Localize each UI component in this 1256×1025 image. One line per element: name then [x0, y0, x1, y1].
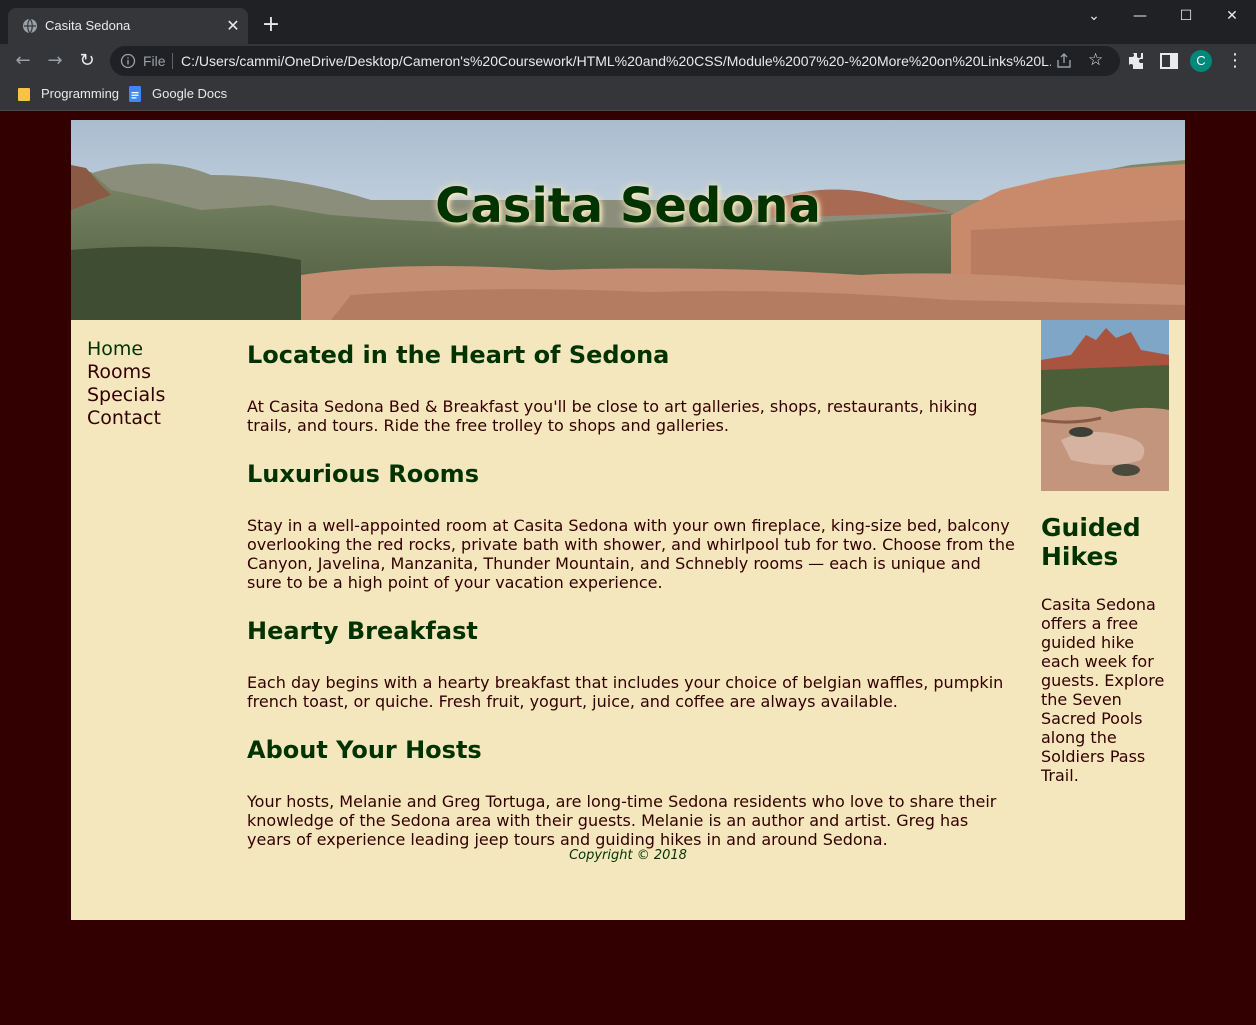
section-text: Your hosts, Melanie and Greg Tortuga, ar…	[247, 792, 997, 849]
nav-link-contact[interactable]: Contact	[87, 407, 227, 430]
bookmark-star-icon[interactable]: ☆	[1088, 50, 1103, 70]
extensions-icon[interactable]	[1125, 49, 1149, 73]
tab-title: Casita Sedona	[45, 18, 131, 33]
back-icon[interactable]: ←	[10, 48, 36, 74]
info-icon[interactable]	[120, 53, 136, 69]
browser-toolbar: ← → ↻ File C:/Users/cammi/OneDrive/Deskt…	[0, 44, 1256, 78]
menu-icon[interactable]: ⋮	[1226, 48, 1244, 74]
divider	[172, 53, 173, 69]
bookmark-label: Programming	[41, 86, 120, 101]
section-text: Each day begins with a hearty breakfast …	[247, 673, 1004, 711]
folder-icon	[18, 88, 30, 101]
side-panel-icon[interactable]	[1157, 49, 1181, 73]
sidebar-aside: Guided Hikes Casita Sedona offers a free…	[1041, 320, 1171, 785]
reload-icon[interactable]: ↻	[74, 48, 100, 74]
nav-link-specials[interactable]: Specials	[87, 384, 227, 407]
address-bar[interactable]: File C:/Users/cammi/OneDrive/Desktop/Cam…	[110, 46, 1120, 76]
main-content: Located in the Heart of Sedona At Casita…	[247, 338, 1017, 871]
section-heading: About Your Hosts	[247, 736, 482, 764]
url-text[interactable]: C:/Users/cammi/OneDrive/Desktop/Cameron'…	[181, 53, 1051, 69]
section-heading: Luxurious Rooms	[247, 460, 479, 488]
page-footer: Copyright © 2018	[569, 848, 687, 863]
globe-icon	[23, 18, 37, 34]
section-heading: Located in the Heart of Sedona	[247, 341, 670, 369]
browser-tab[interactable]: Casita Sedona ✕	[8, 8, 248, 44]
nav-link-rooms[interactable]: Rooms	[87, 361, 227, 384]
seven-sacred-pools-image	[1041, 320, 1169, 491]
close-window-button[interactable]: ✕	[1212, 4, 1252, 28]
browser-chrome: Casita Sedona ✕ + ⌄ — ☐ ✕ ← → ↻ File C:/…	[0, 0, 1256, 111]
header-banner: Casita Sedona	[71, 120, 1185, 320]
section-text: Stay in a well-appointed room at Casita …	[247, 516, 1015, 592]
main-nav: Home Rooms Specials Contact	[87, 338, 227, 430]
profile-avatar[interactable]: C	[1190, 50, 1212, 72]
new-tab-button[interactable]: +	[261, 14, 281, 36]
aside-text: Casita Sedona offers a free guided hike …	[1041, 595, 1165, 785]
tab-search-icon[interactable]: ⌄	[1074, 4, 1114, 28]
share-icon[interactable]	[1055, 52, 1073, 70]
tab-strip: Casita Sedona ✕ + ⌄ — ☐ ✕	[0, 0, 1256, 44]
page-wrapper: Casita Sedona Home Rooms Specials Contac…	[71, 120, 1185, 920]
google-docs-icon	[129, 86, 141, 102]
site-title: Casita Sedona	[435, 178, 821, 234]
section-text: At Casita Sedona Bed & Breakfast you'll …	[247, 397, 978, 435]
close-tab-icon[interactable]: ✕	[224, 17, 242, 35]
bookmarks-bar: Programming Google Docs	[0, 78, 1256, 111]
maximize-button[interactable]: ☐	[1166, 4, 1206, 28]
section-heading: Hearty Breakfast	[247, 617, 478, 645]
nav-link-home[interactable]: Home	[87, 338, 227, 361]
forward-icon[interactable]: →	[42, 48, 68, 74]
aside-heading: Guided Hikes	[1041, 513, 1141, 571]
scheme-label: File	[143, 53, 166, 69]
bookmark-label: Google Docs	[152, 86, 228, 101]
minimize-button[interactable]: —	[1120, 4, 1160, 28]
